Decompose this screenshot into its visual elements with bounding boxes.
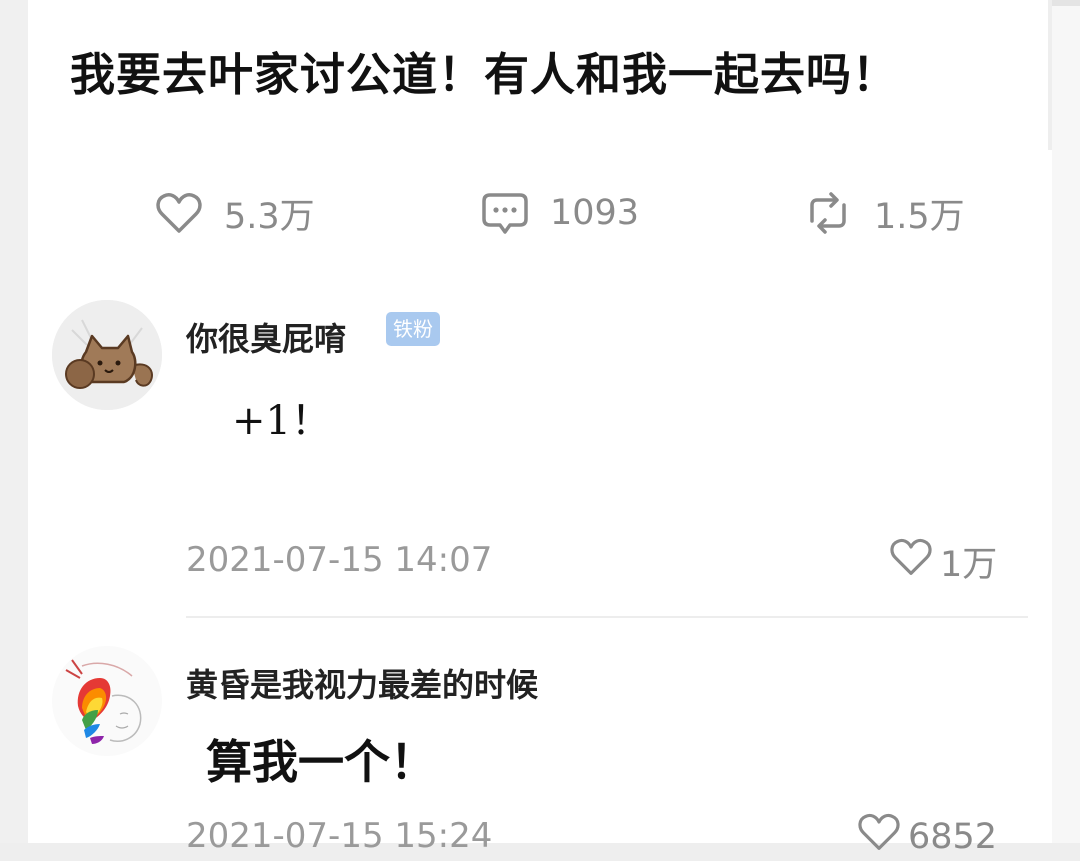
comment-bubble-icon xyxy=(482,191,528,235)
comments-card xyxy=(28,150,1052,843)
comment-like-count: 6852 xyxy=(908,816,998,857)
repost-count: 1.5万 xyxy=(874,196,965,237)
comment-text: +1！ xyxy=(232,398,331,444)
fan-badge: 铁粉 xyxy=(386,312,440,346)
like-stat-button[interactable]: 5.3万 xyxy=(156,188,315,238)
comment-stat-button[interactable]: 1093 xyxy=(482,188,639,238)
avatar[interactable] xyxy=(52,300,162,410)
rainbow-hair-avatar-icon xyxy=(52,646,162,756)
heart-icon xyxy=(858,812,900,861)
heart-icon xyxy=(890,537,932,586)
comment-text: 算我一个！ xyxy=(206,735,436,789)
cat-avatar-icon xyxy=(52,300,162,410)
comment-like-count: 1万 xyxy=(940,545,998,585)
post-title: 我要去叶家讨公道！有人和我一起去吗！ xyxy=(70,48,899,101)
heart-icon xyxy=(156,191,202,235)
right-gutter xyxy=(1052,0,1080,843)
avatar[interactable] xyxy=(52,646,162,756)
repost-icon xyxy=(804,191,852,235)
comment-like-button[interactable]: 6852 xyxy=(858,812,997,861)
repost-stat-button[interactable]: 1.5万 xyxy=(804,188,965,238)
comment-date: 2021-07-15 14:07 xyxy=(186,540,493,580)
like-count: 5.3万 xyxy=(224,196,315,237)
comment-like-button[interactable]: 1万 xyxy=(890,536,997,587)
comment-count: 1093 xyxy=(550,193,640,233)
left-gutter xyxy=(0,0,28,843)
comment-username[interactable]: 黄昏是我视力最差的时候 xyxy=(186,660,538,706)
comment-date: 2021-07-15 15:24 xyxy=(186,816,493,856)
comment-divider xyxy=(186,616,1028,618)
comment-username[interactable]: 你很臭屁唷 xyxy=(186,314,346,360)
